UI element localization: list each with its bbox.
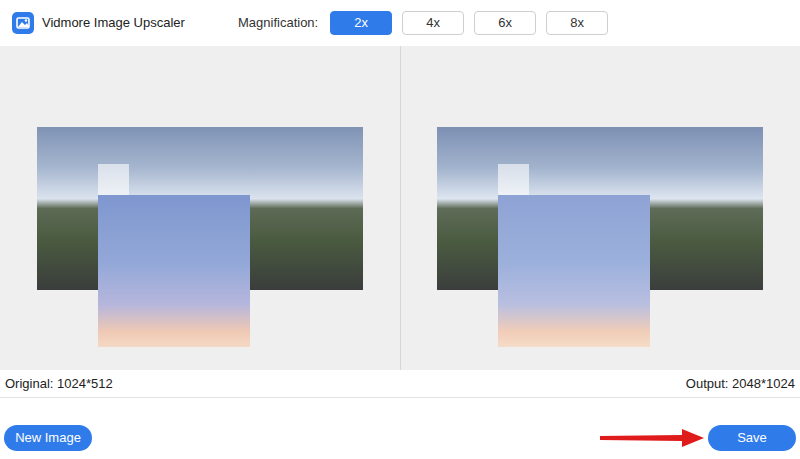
logo-icon	[12, 12, 34, 34]
divider	[400, 46, 401, 370]
magnification-button[interactable]: 6x	[474, 11, 536, 35]
app-window: Vidmore Image Upscaler Magnification: 2x 4x…	[0, 0, 800, 459]
zoom-view	[98, 195, 250, 347]
zoom-marker	[98, 164, 129, 195]
save-button[interactable]: Save	[708, 425, 796, 451]
header: Vidmore Image Upscaler Magnification: 2x 4x…	[0, 0, 800, 46]
original-size: Original: 1024*512	[5, 374, 113, 394]
magnification-button[interactable]: 4x	[402, 11, 464, 35]
magnification-button[interactable]: 8x	[546, 11, 608, 35]
zoom-marker	[498, 164, 529, 195]
arrow-icon	[598, 427, 706, 449]
output-panel	[401, 46, 800, 370]
app-title: Vidmore Image Upscaler	[42, 13, 222, 33]
original-image	[37, 127, 363, 290]
footer: New Image Save	[0, 398, 800, 459]
zoom-view	[498, 195, 650, 347]
output-size: Output: 2048*1024	[686, 374, 795, 394]
info-row: Original: 1024*512 Output: 2048*1024	[0, 370, 800, 398]
magnification-label: Magnification:	[238, 13, 318, 33]
save-group: Save	[598, 425, 796, 451]
preview-area	[0, 46, 800, 370]
new-image-button[interactable]: New Image	[4, 425, 92, 451]
original-panel	[0, 46, 400, 370]
magnification-options: 2x 4x 6x 8x	[330, 11, 608, 35]
output-image	[437, 127, 763, 290]
magnification-button[interactable]: 2x	[330, 11, 392, 35]
